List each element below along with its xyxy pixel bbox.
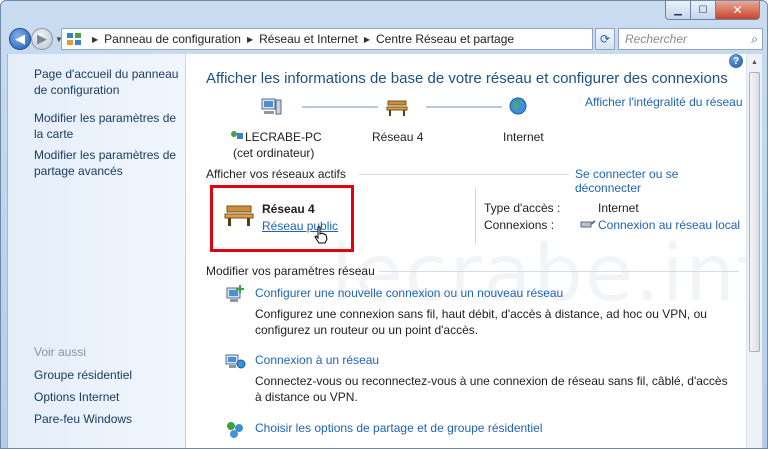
- network-cable-icon: [580, 218, 596, 230]
- search-input[interactable]: Rechercher ⌕: [618, 28, 763, 50]
- breadcrumb-separator-icon: ▶: [92, 34, 99, 44]
- node-label-computer: LECRABE-PC: [245, 130, 322, 144]
- sidebar-link-internet-options[interactable]: Options Internet: [34, 389, 119, 405]
- search-placeholder: Rechercher: [625, 32, 688, 46]
- new-connection-icon: [224, 284, 246, 306]
- close-button[interactable]: ✕: [716, 1, 760, 20]
- hand-cursor-icon: [314, 226, 328, 244]
- node-sublabel-computer: (cet ordinateur): [233, 146, 315, 160]
- sidebar-link-firewall[interactable]: Pare-feu Windows: [34, 411, 132, 427]
- task-new-connection-link[interactable]: Configurer une nouvelle connexion ou un …: [255, 286, 563, 300]
- access-type-label: Type d'accès :: [484, 201, 561, 215]
- sidebar-link-home[interactable]: Page d'accueil du panneau de configurati…: [34, 66, 184, 98]
- node-label-network: Réseau 4: [372, 130, 424, 144]
- breadcrumb-control-panel[interactable]: Panneau de configuration: [104, 32, 241, 46]
- page-title: Afficher les informations de base de vot…: [206, 70, 728, 87]
- sidebar-link-advanced-sharing[interactable]: Modifier les paramètres de partage avanc…: [34, 147, 184, 179]
- network-user-icon: [230, 130, 244, 142]
- forward-arrow-icon: ▶: [37, 31, 47, 46]
- section-divider: [379, 271, 739, 272]
- map-link-line: [426, 106, 502, 108]
- task-sharing-options-link[interactable]: Choisir les options de partage et de gro…: [255, 421, 543, 435]
- search-icon[interactable]: ⌕: [751, 32, 758, 47]
- connections-label: Connexions :: [484, 218, 555, 232]
- scroll-thumb[interactable]: [749, 72, 760, 352]
- back-arrow-icon: ◀: [15, 31, 25, 46]
- task-connect-network-link[interactable]: Connexion à un réseau: [255, 353, 379, 367]
- vertical-scrollbar[interactable]: ▲: [746, 54, 762, 448]
- minimize-button[interactable]: ▁: [665, 1, 691, 20]
- scroll-up-arrow-icon[interactable]: ▲: [747, 54, 762, 71]
- sidebar-link-adapter-settings[interactable]: Modifier les paramètres de la carte: [34, 110, 184, 142]
- help-icon[interactable]: ?: [729, 54, 743, 68]
- refresh-icon: ⟳: [599, 32, 611, 46]
- breadcrumb-separator-icon: ▶: [363, 34, 370, 44]
- section-divider: [359, 174, 569, 175]
- main-content: lecrabe.info Afficher les informations d…: [186, 54, 746, 448]
- access-type-value: Internet: [598, 201, 639, 215]
- breadcrumb-network-center[interactable]: Centre Réseau et partage: [376, 32, 514, 46]
- maximize-button[interactable]: ☐: [691, 1, 716, 20]
- refresh-button[interactable]: ⟳: [595, 28, 615, 50]
- node-label-internet: Internet: [503, 130, 544, 144]
- full-map-link[interactable]: Afficher l'intégralité du réseau: [585, 95, 743, 109]
- active-networks-header: Afficher vos réseaux actifs: [206, 167, 346, 181]
- connect-network-icon: [224, 351, 246, 373]
- task-connect-network-desc: Connectez-vous ou reconnectez-vous à une…: [255, 374, 728, 404]
- back-button[interactable]: ◀: [9, 28, 31, 50]
- sidebar-link-homegroup[interactable]: Groupe résidentiel: [34, 367, 132, 383]
- see-also-header: Voir aussi: [34, 345, 87, 359]
- control-panel-icon: [66, 32, 82, 46]
- settings-header: Modifier vos paramètres réseau: [206, 264, 375, 278]
- computer-icon[interactable]: [260, 97, 284, 119]
- bench-icon: [224, 201, 254, 227]
- connect-disconnect-link[interactable]: Se connecter ou se déconnecter: [575, 167, 746, 195]
- task-new-connection-desc: Configurez une connexion sans fil, haut …: [255, 307, 707, 337]
- breadcrumb-network-internet[interactable]: Réseau et Internet: [259, 32, 358, 46]
- globe-icon[interactable]: [508, 96, 528, 116]
- bench-icon[interactable]: [386, 97, 408, 117]
- forward-button[interactable]: ▶: [31, 28, 53, 50]
- local-connection-link[interactable]: Connexion au réseau local: [598, 218, 740, 232]
- caption-buttons: ▁ ☐ ✕: [665, 1, 760, 20]
- vertical-divider: [475, 188, 476, 244]
- network-name: Réseau 4: [262, 202, 315, 216]
- sidebar: Page d'accueil du panneau de configurati…: [7, 54, 185, 448]
- navigation-bar: ◀ ▶ ▼ ▶ Panneau de configuration ▶ Résea…: [7, 26, 763, 52]
- address-bar[interactable]: ▶ Panneau de configuration ▶ Réseau et I…: [61, 28, 641, 50]
- map-link-line: [302, 106, 378, 108]
- breadcrumb-separator-icon: ▶: [246, 34, 254, 44]
- homegroup-icon: [224, 419, 246, 441]
